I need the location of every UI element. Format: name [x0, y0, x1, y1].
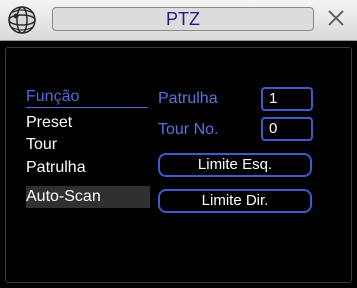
menu-item-label: Auto-Scan: [26, 188, 101, 205]
tour-no-input[interactable]: 0: [261, 117, 313, 141]
menu-item-preset[interactable]: Preset: [26, 112, 150, 134]
tour-no-label: Tour No.: [158, 121, 219, 138]
menu-item-tour[interactable]: Tour: [26, 134, 150, 156]
ptz-window: PTZ Função Preset Tour Patrulha Auto-Sca…: [0, 0, 357, 288]
menu-header-funcao: Função: [26, 88, 148, 108]
camera-globe-icon: [6, 4, 38, 36]
window-title: PTZ: [52, 7, 314, 31]
patrulha-label: Patrulha: [158, 90, 218, 107]
close-button[interactable]: [322, 6, 350, 34]
patrulha-input[interactable]: 1: [261, 87, 313, 111]
menu-item-label: Preset: [26, 114, 73, 131]
title-bar: PTZ: [0, 0, 357, 41]
menu-item-label: Patrulha: [26, 159, 86, 176]
menu-item-patrulha[interactable]: Patrulha: [26, 157, 150, 179]
close-icon: [326, 8, 346, 32]
menu-item-label: Tour: [26, 136, 58, 153]
limit-left-button[interactable]: Limite Esq.: [158, 153, 312, 177]
menu-item-auto-scan[interactable]: Auto-Scan: [26, 186, 150, 208]
limit-right-button[interactable]: Limite Dir.: [158, 189, 312, 213]
